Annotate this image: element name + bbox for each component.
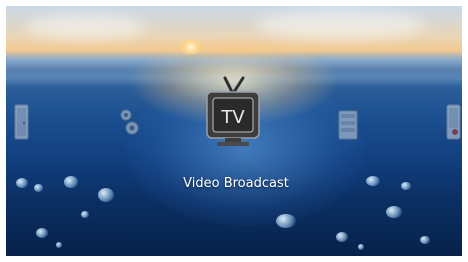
folder-icon[interactable] (338, 110, 358, 140)
tv-icon-text: TV (220, 107, 245, 128)
home-screen: TV Video Broadcast (6, 6, 462, 256)
settings-gears-icon[interactable] (118, 106, 140, 140)
tv-icon[interactable]: TV (205, 76, 261, 152)
selected-item-label: Video Broadcast (183, 176, 289, 191)
bubble (420, 236, 430, 244)
bubble (64, 176, 78, 188)
bubble (56, 242, 62, 248)
bubble (386, 206, 402, 218)
sky-cloud (26, 14, 146, 40)
bubble (36, 228, 48, 238)
bubble (81, 211, 89, 218)
sky-cloud (256, 10, 426, 40)
bubble (366, 176, 380, 186)
bubble (34, 184, 43, 192)
bubble (336, 232, 348, 242)
phone-icon[interactable] (446, 104, 462, 140)
bubble (358, 244, 364, 250)
door-icon[interactable] (14, 104, 30, 140)
bubble (401, 182, 411, 190)
bubble (16, 178, 28, 188)
bubble (276, 214, 296, 228)
water-surface (6, 50, 462, 70)
bubble (98, 188, 114, 202)
